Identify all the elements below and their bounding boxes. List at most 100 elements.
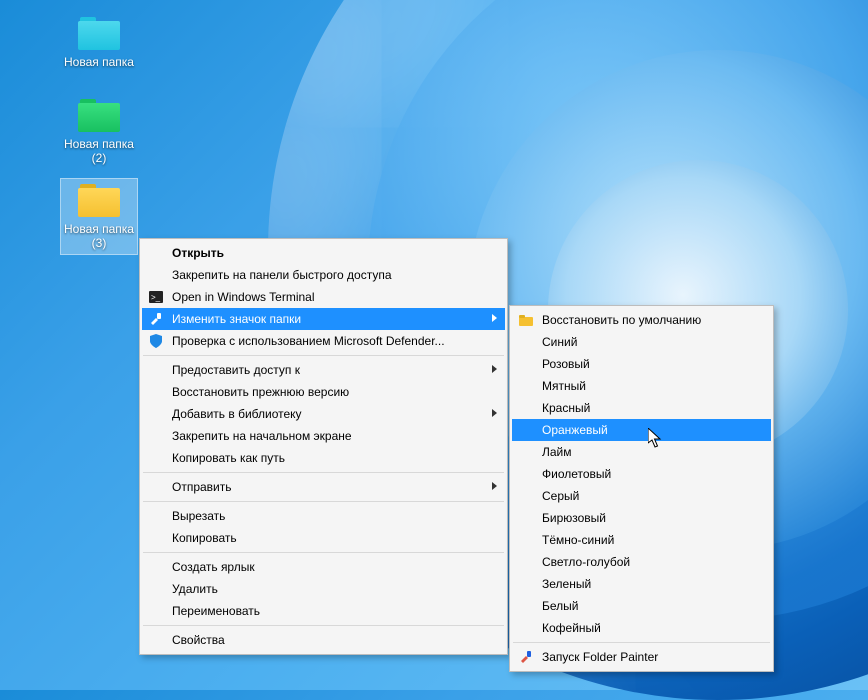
color-swatch-icon xyxy=(518,532,534,548)
menu-item-label: Переименовать xyxy=(172,604,260,618)
menu-item-label: Open in Windows Terminal xyxy=(172,290,315,304)
folder-default-icon xyxy=(518,312,534,328)
menu-item[interactable]: Закрепить на панели быстрого доступа xyxy=(142,264,505,286)
menu-item[interactable]: Копировать xyxy=(142,527,505,549)
menu-separator xyxy=(143,625,504,626)
menu-item[interactable]: Серый xyxy=(512,485,771,507)
color-swatch-icon xyxy=(518,488,534,504)
folder-icon xyxy=(78,184,120,217)
menu-item-label: Вырезать xyxy=(172,509,225,523)
menu-item[interactable]: Добавить в библиотеку xyxy=(142,403,505,425)
terminal-icon: >_ xyxy=(148,289,164,305)
menu-item-label: Светло-голубой xyxy=(542,555,630,569)
folder-icon xyxy=(78,99,120,132)
menu-item[interactable]: Отправить xyxy=(142,476,505,498)
menu-item-label: Предоставить доступ к xyxy=(172,363,300,377)
menu-item[interactable]: Мятный xyxy=(512,375,771,397)
desktop-folder-1[interactable]: Новая папка (2) xyxy=(61,94,137,169)
color-swatch-icon xyxy=(518,598,534,614)
submenu-arrow-icon xyxy=(492,314,497,322)
color-swatch-icon xyxy=(518,444,534,460)
menu-item-label: Копировать как путь xyxy=(172,451,285,465)
menu-item[interactable]: Восстановить по умолчанию xyxy=(512,309,771,331)
menu-item-label: Фиолетовый xyxy=(542,467,611,481)
menu-item-label: Изменить значок папки xyxy=(172,312,301,326)
menu-item-label: Закрепить на панели быстрого доступа xyxy=(172,268,392,282)
menu-item[interactable]: Вырезать xyxy=(142,505,505,527)
menu-item[interactable]: Красный xyxy=(512,397,771,419)
desktop-folder-label: Новая папка (3) xyxy=(61,221,137,254)
menu-item[interactable]: Восстановить прежнюю версию xyxy=(142,381,505,403)
menu-item[interactable]: Изменить значок папки xyxy=(142,308,505,330)
defender-icon xyxy=(148,333,164,349)
menu-item[interactable]: Синий xyxy=(512,331,771,353)
context-menu: Открыть Закрепить на панели быстрого дост… xyxy=(139,238,508,655)
menu-item[interactable]: Предоставить доступ к xyxy=(142,359,505,381)
menu-item[interactable]: Фиолетовый xyxy=(512,463,771,485)
menu-item[interactable]: Розовый xyxy=(512,353,771,375)
menu-item-label: Розовый xyxy=(542,357,590,371)
menu-item-label: Отправить xyxy=(172,480,232,494)
menu-item-label: Красный xyxy=(542,401,590,415)
menu-item[interactable]: Удалить xyxy=(142,578,505,600)
menu-item[interactable]: Белый xyxy=(512,595,771,617)
submenu-arrow-icon xyxy=(492,482,497,490)
folder-icon xyxy=(78,17,120,50)
menu-item[interactable]: Создать ярлык xyxy=(142,556,505,578)
submenu-arrow-icon xyxy=(492,365,497,373)
menu-item-label: Копировать xyxy=(172,531,237,545)
menu-item[interactable]: Зеленый xyxy=(512,573,771,595)
menu-item-label: Закрепить на начальном экране xyxy=(172,429,352,443)
menu-item[interactable]: Бирюзовый xyxy=(512,507,771,529)
menu-item-label: Белый xyxy=(542,599,578,613)
menu-item-label: Восстановить по умолчанию xyxy=(542,313,701,327)
menu-item[interactable]: Переименовать xyxy=(142,600,505,622)
color-swatch-icon xyxy=(518,554,534,570)
menu-item-label: Бирюзовый xyxy=(542,511,606,525)
menu-item[interactable]: Тёмно-синий xyxy=(512,529,771,551)
menu-item[interactable]: Оранжевый xyxy=(512,419,771,441)
cursor-icon xyxy=(648,428,662,448)
menu-item-label: Добавить в библиотеку xyxy=(172,407,302,421)
menu-item[interactable]: Светло-голубой xyxy=(512,551,771,573)
menu-item-label: Открыть xyxy=(172,246,224,260)
painter-icon xyxy=(518,649,534,665)
menu-item[interactable]: Свойства xyxy=(142,629,505,651)
desktop-folder-0[interactable]: Новая папка xyxy=(61,12,137,73)
menu-item-label: Лайм xyxy=(542,445,572,459)
color-swatch-icon xyxy=(518,334,534,350)
menu-item[interactable]: Закрепить на начальном экране xyxy=(142,425,505,447)
menu-item-label: Зеленый xyxy=(542,577,591,591)
color-swatch-icon xyxy=(518,378,534,394)
desktop-folder-2[interactable]: Новая папка (3) xyxy=(61,179,137,254)
desktop-folder-label: Новая папка xyxy=(61,54,137,73)
menu-item-label: Создать ярлык xyxy=(172,560,255,574)
menu-item-label: Мятный xyxy=(542,379,586,393)
menu-item[interactable]: Открыть xyxy=(142,242,505,264)
menu-item-label: Тёмно-синий xyxy=(542,533,614,547)
color-swatch-icon xyxy=(518,400,534,416)
submenu-arrow-icon xyxy=(492,409,497,417)
menu-item-label: Запуск Folder Painter xyxy=(542,650,658,664)
menu-item[interactable]: Запуск Folder Painter xyxy=(512,646,771,668)
menu-item[interactable]: Проверка с использованием Microsoft Defe… xyxy=(142,330,505,352)
color-swatch-icon xyxy=(518,510,534,526)
submenu-change-folder-icon: Восстановить по умолчанию Синий Розовый Мят… xyxy=(509,305,774,672)
menu-item[interactable]: Копировать как путь xyxy=(142,447,505,469)
menu-item[interactable]: Кофейный xyxy=(512,617,771,639)
svg-text:>_: >_ xyxy=(151,293,161,302)
menu-separator xyxy=(143,552,504,553)
painter-icon xyxy=(148,311,164,327)
menu-separator xyxy=(143,472,504,473)
menu-item[interactable]: Лайм xyxy=(512,441,771,463)
menu-item[interactable]: >_ Open in Windows Terminal xyxy=(142,286,505,308)
color-swatch-icon xyxy=(518,356,534,372)
menu-item-label: Удалить xyxy=(172,582,218,596)
color-swatch-icon xyxy=(518,466,534,482)
desktop-folder-label: Новая папка (2) xyxy=(61,136,137,169)
menu-item-label: Проверка с использованием Microsoft Defe… xyxy=(172,334,445,348)
menu-separator xyxy=(143,355,504,356)
menu-item-label: Синий xyxy=(542,335,577,349)
menu-separator xyxy=(513,642,770,643)
menu-item-label: Оранжевый xyxy=(542,423,608,437)
